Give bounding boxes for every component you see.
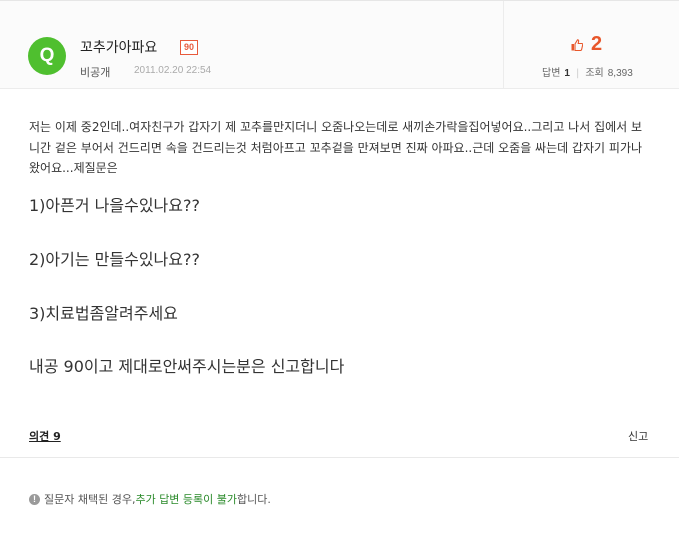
stats-separator: | [575, 68, 580, 79]
question-body: 저는 이제 중2인데..여자친구가 갑자기 제 꼬추를만지더니 오줌나오는데로 … [29, 117, 651, 179]
like-count: 2 [591, 33, 603, 55]
adoption-notice: ! 질문자 채택된 경우, 추가 답변 등록이 불가 합니다. [29, 491, 271, 507]
notice-prefix: 질문자 채택된 경우, [44, 493, 136, 506]
notice-suffix: 합니다. [237, 493, 271, 506]
question-line-3: 3)치료법좀알려주세요 [29, 304, 178, 323]
like-button[interactable]: 2 [571, 33, 602, 56]
report-link[interactable]: 신고 [628, 428, 648, 444]
question-card: Q 꼬추가아파요 90 비공개 2011.02.20 22:54 2 답변 1 | 조… [0, 0, 679, 537]
points-badge: 90 [180, 40, 199, 55]
views-label: 조회 [585, 68, 604, 79]
answers-count: 1 [564, 68, 570, 79]
question-line-1: 1)아픈거 나을수있나요?? [29, 196, 200, 215]
question-paragraph: 저는 이제 중2인데..여자친구가 갑자기 제 꼬추를만지더니 오줌나오는데로 … [29, 120, 643, 175]
question-line-2: 2)아기는 만들수있나요?? [29, 250, 200, 269]
thumbs-up-icon [571, 38, 583, 51]
section-divider [0, 457, 679, 458]
header-divider [503, 1, 504, 89]
views-count: 8,393 [607, 68, 633, 79]
post-date: 2011.02.20 22:54 [134, 65, 212, 76]
opinions-link[interactable]: 의견 9 [29, 428, 61, 444]
question-header: Q 꼬추가아파요 90 비공개 2011.02.20 22:54 2 답변 1 | 조… [0, 1, 679, 89]
author-name: 비공개 [80, 66, 111, 79]
answers-label: 답변 [542, 68, 561, 79]
question-line-4: 내공 90이고 제대로안써주시는분은 신고합니다 [29, 357, 345, 376]
question-title: 꼬추가아파요 [80, 40, 158, 56]
question-badge: Q [28, 37, 66, 75]
question-stats: 답변 1 | 조회 8,393 [542, 64, 633, 79]
info-icon: ! [29, 493, 40, 505]
notice-highlight: 추가 답변 등록이 불가 [135, 493, 238, 506]
